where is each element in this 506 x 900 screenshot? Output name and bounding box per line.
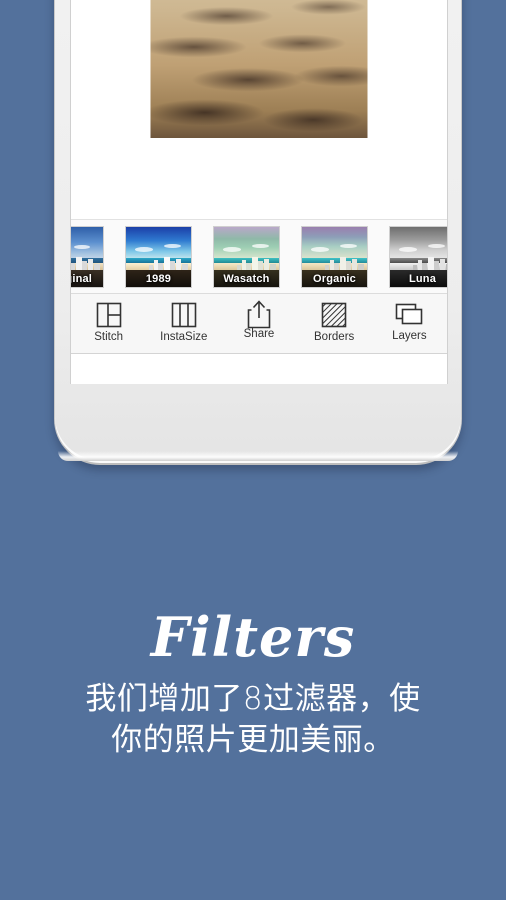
toolbar-label: Layers bbox=[392, 330, 427, 342]
toolbar-button-stitch[interactable]: Stitch bbox=[76, 299, 142, 343]
filter-item-1989[interactable]: 1989 bbox=[125, 225, 192, 288]
toolbar-label: Stitch bbox=[94, 331, 123, 343]
filter-item-original[interactable]: Original bbox=[71, 225, 104, 288]
toolbar-button-instasize[interactable]: InstaSize bbox=[151, 299, 217, 343]
photo-card bbox=[150, 0, 368, 138]
phone-screen: Original bbox=[70, 0, 448, 384]
borders-icon bbox=[301, 299, 367, 330]
instasize-icon bbox=[151, 299, 217, 330]
toolbar-button-share[interactable]: Share bbox=[226, 299, 292, 340]
photo-sand bbox=[150, 0, 368, 138]
toolbar-label: Borders bbox=[314, 331, 355, 343]
stitch-icon bbox=[76, 299, 142, 330]
photo-stage bbox=[71, 0, 447, 220]
toolbar-label: Share bbox=[243, 328, 275, 340]
edited-photo[interactable] bbox=[150, 0, 368, 138]
caption-line-2: 你的照片更加美丽。 bbox=[111, 722, 395, 758]
filter-label: 1989 bbox=[145, 272, 172, 285]
editor-toolbar: Stitch InstaSize Share Borders Layers bbox=[71, 294, 447, 354]
toolbar-button-borders[interactable]: Borders bbox=[301, 299, 367, 343]
phone-device-frame: Original bbox=[54, 0, 462, 465]
filter-item-organic[interactable]: Organic bbox=[301, 225, 368, 288]
filter-carousel[interactable]: Original bbox=[71, 220, 447, 294]
screen-blank-area bbox=[71, 354, 447, 384]
filter-item-luna[interactable]: Luna bbox=[389, 225, 447, 288]
toolbar-button-layers[interactable]: Layers bbox=[376, 299, 442, 342]
toolbar-label: InstaSize bbox=[160, 331, 208, 343]
filter-label: Original bbox=[71, 272, 93, 285]
filter-label: Organic bbox=[313, 272, 356, 285]
filter-label: Luna bbox=[408, 272, 437, 285]
filter-label: Wasatch bbox=[223, 272, 270, 285]
share-icon bbox=[226, 299, 292, 330]
caption-line-1: 我们增加了8过滤器，使 bbox=[85, 681, 421, 717]
filter-item-wasatch[interactable]: Wasatch bbox=[213, 225, 280, 288]
layers-icon bbox=[376, 299, 442, 330]
caption-title: Filters bbox=[150, 605, 356, 669]
caption-block: Filters 我们增加了8过滤器，使 你的照片更加美丽。 bbox=[0, 605, 506, 761]
